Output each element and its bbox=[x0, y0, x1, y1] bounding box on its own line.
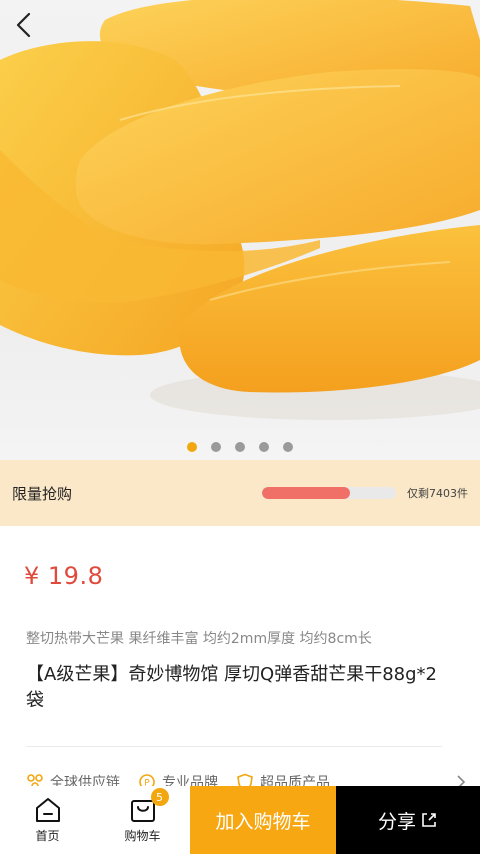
mango-image bbox=[0, 0, 480, 420]
flash-sale-label: 限量抢购 bbox=[12, 484, 73, 503]
carousel-dot[interactable] bbox=[235, 442, 245, 452]
nav-home-label: 首页 bbox=[35, 828, 60, 843]
bottom-nav: 首页 5 购物车 bbox=[0, 786, 190, 854]
home-icon bbox=[35, 797, 60, 822]
share-label: 分享 bbox=[377, 810, 416, 833]
carousel-dot[interactable] bbox=[187, 442, 197, 452]
add-to-cart-button[interactable]: 加入购物车 bbox=[190, 786, 336, 854]
flash-sale-bar: 限量抢购 仅剩7403件 bbox=[0, 460, 480, 526]
stock-remaining: 仅剩7403件 bbox=[407, 487, 468, 500]
product-image-gallery[interactable] bbox=[0, 0, 480, 460]
chevron-left-icon bbox=[16, 12, 31, 38]
carousel-indicator bbox=[0, 442, 480, 452]
stock-progress-fill bbox=[262, 487, 351, 499]
bottom-action-bar: 首页 5 购物车 加入购物车 分享 bbox=[0, 786, 480, 854]
back-button[interactable] bbox=[14, 12, 50, 48]
carousel-dot[interactable] bbox=[211, 442, 221, 452]
carousel-dot[interactable] bbox=[259, 442, 269, 452]
stock-progress-bar bbox=[262, 487, 396, 499]
product-subtitle: 整切热带大芒果 果纤维丰富 均约2mm厚度 均约8cm长 bbox=[26, 631, 372, 647]
nav-home[interactable]: 首页 bbox=[0, 786, 95, 854]
product-title: 【A级芒果】奇妙博物馆 厚切Q弹香甜芒果干88g*2袋 bbox=[26, 664, 437, 711]
divider bbox=[26, 746, 442, 747]
share-icon bbox=[422, 813, 436, 827]
nav-cart[interactable]: 5 购物车 bbox=[95, 786, 190, 854]
share-button[interactable]: 分享 bbox=[336, 786, 480, 854]
carousel-dot[interactable] bbox=[283, 442, 293, 452]
product-price: ¥ 19.8 bbox=[24, 562, 104, 590]
cart-count-badge: 5 bbox=[150, 788, 169, 806]
nav-cart-label: 购物车 bbox=[124, 828, 161, 843]
